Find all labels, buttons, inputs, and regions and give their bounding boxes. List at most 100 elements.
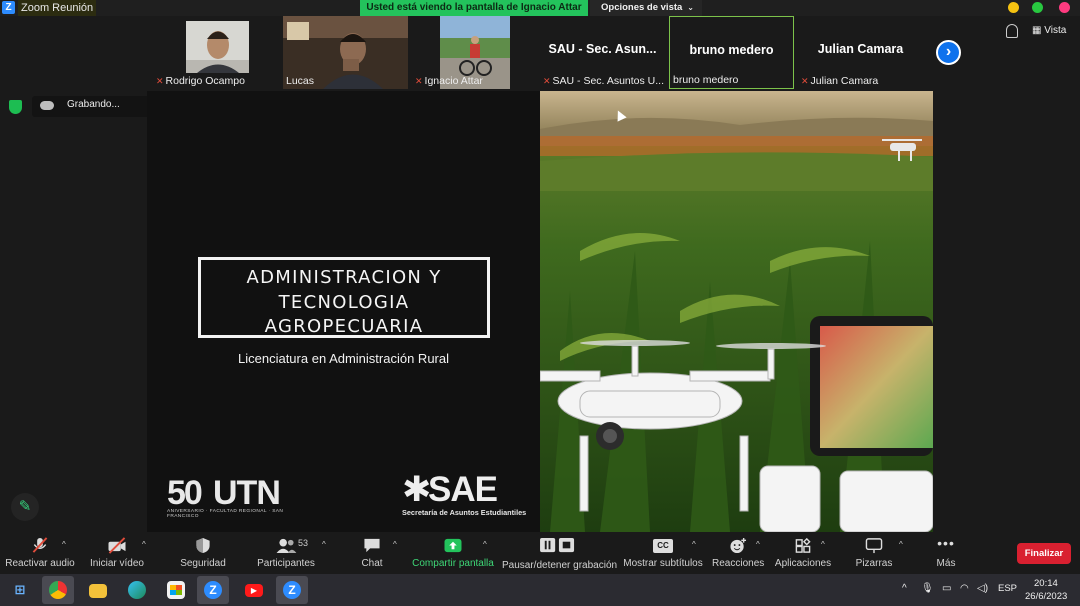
encryption-shield-icon[interactable] [9,100,22,114]
slide-photo-drone-field [540,91,933,532]
title-bar: Z Zoom Reunión Usted está viendo la pant… [0,0,1080,16]
apps-options-caret[interactable]: ^ [821,532,831,574]
participant-display-name: bruno medero [689,43,774,57]
audio-options-caret[interactable]: ^ [62,532,72,574]
sae-logo: ✱ SAE Secretaría de Asuntos Estudiantile… [402,470,526,519]
reactions-options-caret[interactable]: ^ [756,532,766,574]
chevron-up-icon: ^ [899,540,903,549]
taskbar-file-explorer[interactable] [82,576,114,604]
chevron-up-icon: ^ [821,540,825,549]
apps-icon [795,537,811,553]
chevron-up-icon[interactable]: ^ [902,583,907,594]
participants-button[interactable]: 53 Participantes [254,532,318,574]
start-video-button[interactable]: Iniciar vídeo [86,532,148,574]
subtitles-options-caret[interactable]: ^ [692,532,702,574]
clock-time[interactable]: 20:14 [1034,578,1058,589]
input-language[interactable]: ESP [998,583,1017,594]
slide-title-line: TECNOLOGIA [278,291,410,313]
participant-tile[interactable]: ✕ Rodrigo Ocampo [153,16,278,89]
folder-icon [89,584,107,598]
chat-button[interactable]: Chat [352,532,392,574]
grid-icon: ▦ [1032,25,1042,36]
whiteboard-icon [865,538,883,554]
slide-text-panel: ADMINISTRACION Y TECNOLOGIA AGROPECUARIA… [147,91,540,532]
participant-tile[interactable]: Julian Camara ✕ Julian Camara [798,16,923,89]
windows-start-icon: ⊞ [14,582,26,597]
more-label: Más [936,558,956,569]
participant-name: Ignacio Attar [424,75,483,87]
zoom-meeting-icon: Z [283,581,301,599]
participants-options-caret[interactable]: ^ [322,532,332,574]
battery-icon[interactable]: ▭ [942,583,951,594]
slide-title-box: ADMINISTRACION Y TECNOLOGIA AGROPECUARIA [198,257,490,338]
clock-date[interactable]: 26/6/2023 [1025,591,1067,602]
more-button[interactable]: ••• Más [926,532,966,574]
start-video-label: Iniciar vídeo [90,558,144,569]
utn-wordmark: UTN [213,474,281,512]
taskbar-zoom-meeting[interactable]: Z [276,576,308,604]
utn-anniversary-number: 50 [167,474,203,512]
start-button[interactable]: ⊞ [4,576,36,604]
store-icon [167,581,185,599]
whiteboards-label: Pizarras [855,558,893,569]
share-options-caret[interactable]: ^ [483,532,493,574]
participant-name: Julian Camara [810,75,879,87]
pause-stop-recording-button[interactable]: Pausar/detener grabación [502,532,617,574]
chevron-up-icon: ^ [62,540,66,549]
recording-status-icon[interactable] [1006,24,1018,38]
window-title: Zoom Reunión [18,0,97,16]
participant-tile[interactable]: ✕ Ignacio Attar [412,16,537,89]
taskbar-youtube[interactable]: ▶ [238,576,270,604]
security-label: Seguridad [180,558,226,569]
taskbar-chrome[interactable] [42,576,74,604]
wifi-icon[interactable]: ◠ [960,583,969,594]
whiteboards-options-caret[interactable]: ^ [899,532,909,574]
chevron-up-icon: ^ [142,540,146,549]
sae-star-icon: ✱ [402,470,432,509]
participant-name: Lucas [286,75,315,87]
speaker-icon[interactable]: ◁) [977,583,988,594]
closed-captions-icon: CC [653,539,673,553]
taskbar-edge[interactable] [121,576,153,604]
chevron-up-icon: ^ [393,540,397,549]
participant-tile[interactable]: SAU - Sec. Asun... ✕ SAU - Sec. Asuntos U… [540,16,665,89]
view-options-dropdown[interactable]: Opciones de vista ⌄ [590,0,702,16]
chat-bubble-icon [364,538,380,553]
smiley-plus-icon [730,537,747,554]
maximize-window-button[interactable] [1032,2,1043,13]
edge-icon [128,581,146,599]
participant-tile[interactable]: Lucas [283,16,408,89]
slide-title-line: AGROPECUARIA [264,316,424,337]
chat-options-caret[interactable]: ^ [393,532,403,574]
taskbar-store[interactable] [160,576,192,604]
participant-name: SAU - Sec. Asuntos U... [552,75,665,87]
utn-tagline: ANIVERSARIO · FACULTAD REGIONAL · SAN FR… [167,509,284,519]
chrome-icon [49,581,67,599]
sae-wordmark: SAE [428,470,498,509]
gallery-next-button[interactable]: › [936,40,961,65]
mic-muted-icon: ✕ [801,76,809,86]
annotate-pencil-icon[interactable]: ✎ [11,493,39,521]
whiteboards-button[interactable]: Pizarras [850,532,898,574]
chevron-up-icon: ^ [322,540,326,549]
share-screen-icon [444,538,462,553]
share-screen-button[interactable]: Compartir pantalla [412,532,494,574]
participants-icon [276,538,297,554]
participant-tile-active-speaker[interactable]: bruno medero bruno medero [669,16,794,89]
end-meeting-button[interactable]: Finalizar [1017,543,1071,564]
taskbar-zoom[interactable]: Z [197,576,229,604]
zoom-logo-icon: Z [2,1,15,14]
minimize-window-button[interactable] [1008,2,1019,13]
view-button[interactable]: ▦ Vista [1032,25,1066,36]
participant-gallery: ✕ Rodrigo Ocampo Lucas ✕ Ignacio Attar S… [150,16,940,89]
sae-tagline: Secretaría de Asuntos Estudiantiles [402,508,527,517]
share-screen-label: Compartir pantalla [412,558,494,569]
close-window-button[interactable] [1059,2,1070,13]
security-button[interactable]: Seguridad [176,532,230,574]
utn-50-logo: 50 UTN ANIVERSARIO · FACULTAD REGIONAL ·… [167,473,292,519]
video-options-caret[interactable]: ^ [142,532,152,574]
participant-display-name: SAU - Sec. Asun... [548,42,657,56]
recording-label: Grabando... [67,99,120,110]
microphone-icon[interactable]: 🎙 [921,583,934,594]
chevron-up-icon: ^ [756,540,760,549]
